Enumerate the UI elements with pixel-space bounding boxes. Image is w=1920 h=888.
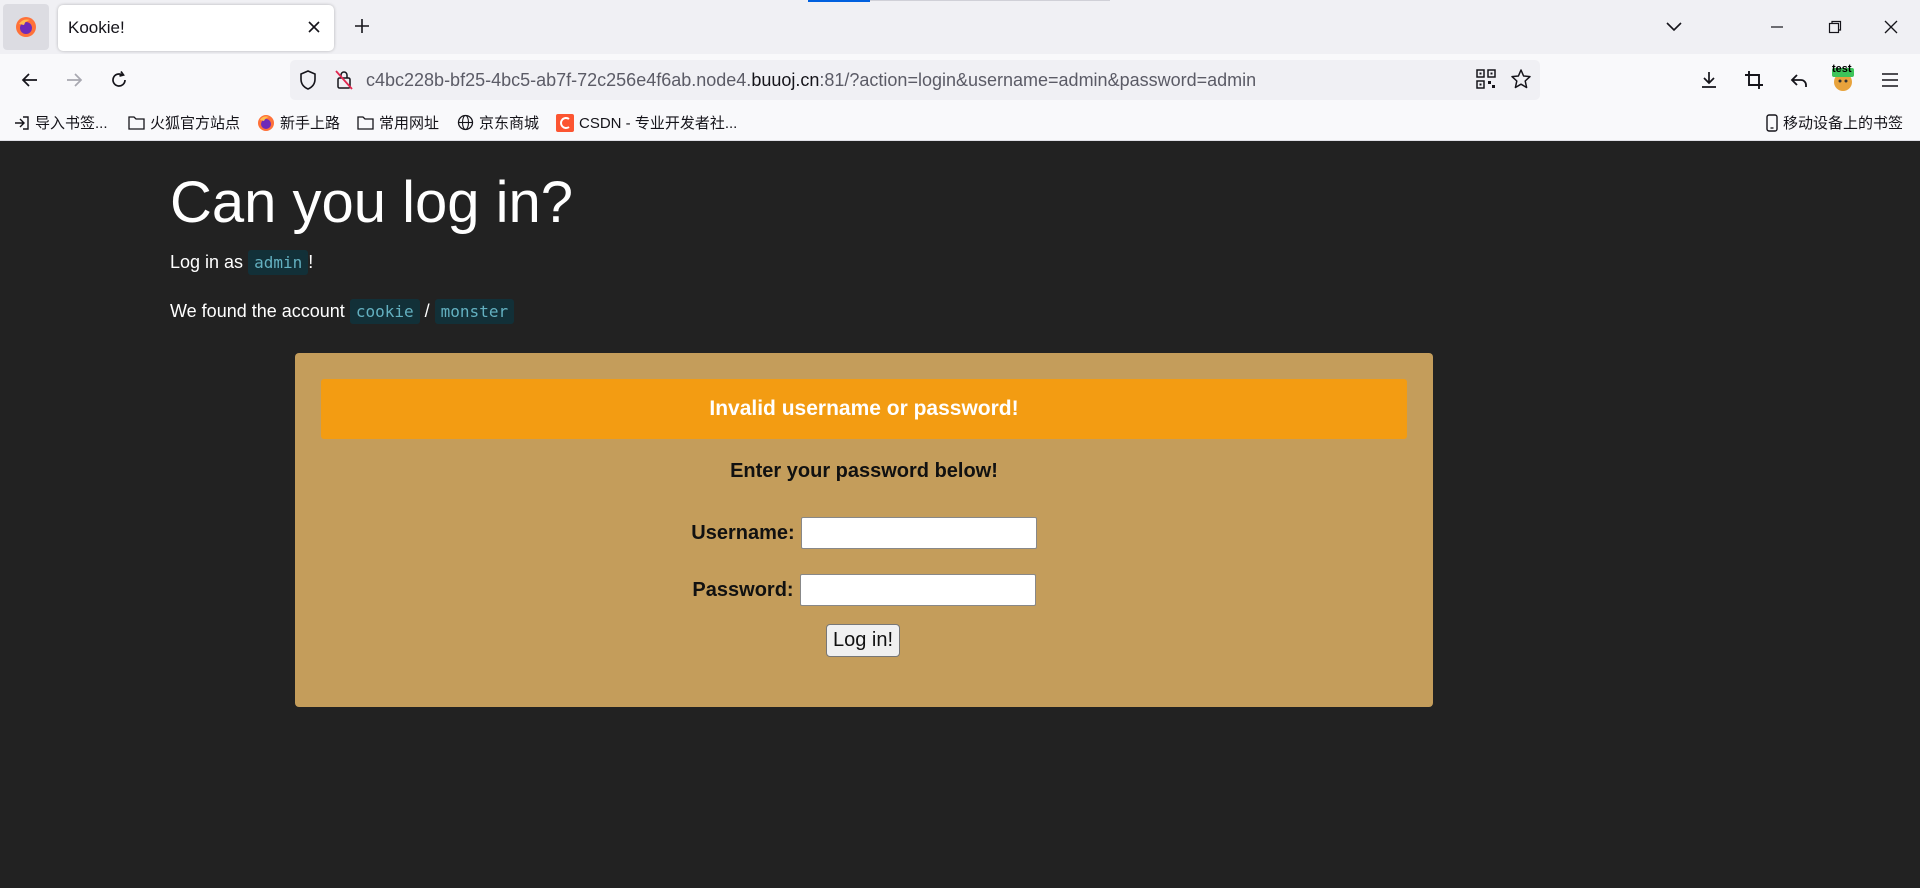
url-suffix: :81/?action=login&username=admin&passwor…: [819, 70, 1257, 90]
bookmark-mobile[interactable]: 移动设备上的书签: [1766, 112, 1903, 133]
login-hint-suffix: !: [308, 252, 314, 272]
tab-title: Kookie!: [68, 18, 125, 37]
found-account-text: We found the account: [170, 301, 345, 321]
crop-icon: [1745, 71, 1763, 89]
bookmark-label: 火狐官方站点: [150, 115, 241, 132]
minimize-button[interactable]: [1760, 10, 1794, 44]
arrow-left-icon: [21, 73, 37, 87]
bookmark-label: 常用网址: [379, 115, 440, 132]
extension-button[interactable]: test: [1827, 63, 1859, 96]
import-icon: [15, 115, 29, 130]
extension-label: test: [1832, 63, 1852, 75]
reload-button[interactable]: [103, 64, 135, 96]
close-icon: [308, 21, 320, 33]
restore-icon: [1828, 20, 1842, 34]
bookmark-jd[interactable]: 京东商城: [457, 112, 539, 133]
download-icon: [1702, 72, 1716, 88]
bookmark-import[interactable]: 导入书签...: [14, 112, 108, 133]
app-menu-button[interactable]: [1874, 64, 1906, 96]
bookmark-csdn[interactable]: CSDN - 专业开发者社...: [556, 112, 737, 133]
folder-icon: [357, 116, 374, 130]
chevron-down-icon: [1666, 22, 1682, 32]
url-bar[interactable]: c4bc228b-bf25-4bc5-ab7f-72c256e4f6ab.nod…: [290, 60, 1540, 100]
back-button[interactable]: [14, 64, 46, 96]
bookmark-label: 导入书签...: [35, 115, 108, 132]
screenshot-button[interactable]: [1738, 64, 1770, 96]
url-prefix: c4bc228b-bf25-4bc5-ab7f-72c256e4f6ab.nod…: [366, 70, 752, 90]
arrow-right-icon: [67, 73, 83, 87]
bookmark-label: 新手上路: [280, 115, 341, 132]
tracking-protection-button[interactable]: [298, 69, 318, 96]
found-username-code: cookie: [349, 299, 420, 324]
url-text[interactable]: c4bc228b-bf25-4bc5-ab7f-72c256e4f6ab.nod…: [366, 70, 1256, 91]
qr-code-icon: [1476, 69, 1496, 89]
found-password-code: monster: [434, 299, 515, 324]
insecure-lock-icon: [335, 70, 353, 90]
password-row: Password:: [295, 574, 1433, 606]
restore-button[interactable]: [1818, 10, 1852, 44]
reload-icon: [112, 71, 126, 87]
close-window-button[interactable]: [1874, 10, 1908, 44]
nav-bar: c4bc228b-bf25-4bc5-ab7f-72c256e4f6ab.nod…: [0, 54, 1920, 106]
bookmark-star-button[interactable]: [1510, 68, 1532, 95]
bookmark-label: 移动设备上的书签: [1783, 115, 1904, 132]
forward-button[interactable]: [58, 64, 90, 96]
login-prompt: Enter your password below!: [730, 460, 998, 482]
firefox-icon: [258, 114, 274, 131]
minimize-icon: [1771, 26, 1783, 28]
password-input[interactable]: [799, 574, 1036, 606]
downloads-button[interactable]: [1693, 64, 1725, 96]
url-domain: buuoj.cn: [751, 70, 820, 90]
tab-bar: Kookie!: [0, 0, 1920, 54]
page-content: Can you log in? Log in as admin! We foun…: [0, 141, 1920, 888]
username-label: Username:: [691, 521, 795, 544]
username-row: Username:: [295, 517, 1433, 549]
close-tab-button[interactable]: [302, 15, 326, 39]
list-all-tabs-button[interactable]: [1657, 10, 1691, 44]
qr-code-button[interactable]: [1476, 69, 1496, 94]
active-tab[interactable]: Kookie!: [58, 5, 334, 51]
firefox-view-button[interactable]: [3, 4, 49, 50]
csdn-icon: [556, 113, 574, 132]
bookmark-label: CSDN - 专业开发者社...: [579, 115, 738, 132]
folder-icon: [128, 116, 145, 130]
firefox-icon: [16, 17, 36, 37]
tab-loading-indicator: [808, 0, 870, 2]
error-alert: Invalid username or password!: [321, 379, 1407, 439]
bookmark-firefox-site[interactable]: 火狐官方站点: [128, 112, 240, 133]
star-icon: [1511, 69, 1531, 89]
password-label: Password:: [692, 578, 794, 601]
login-user-code: admin: [248, 250, 309, 275]
login-button[interactable]: Log in!: [826, 624, 900, 657]
bookmark-label: 京东商城: [479, 115, 540, 132]
login-hint: Log in as admin!: [170, 250, 314, 275]
found-separator: /: [424, 301, 430, 321]
new-tab-button[interactable]: [348, 12, 376, 40]
undo-button[interactable]: [1783, 64, 1815, 96]
undo-icon: [1790, 74, 1807, 87]
page-title: Can you log in?: [170, 170, 574, 235]
username-input[interactable]: [800, 517, 1037, 549]
login-card: Invalid username or password! Enter your…: [295, 353, 1433, 707]
close-icon: [1884, 20, 1898, 34]
bookmark-common-sites[interactable]: 常用网址: [357, 112, 439, 133]
insecure-connection-button[interactable]: [334, 69, 354, 96]
globe-icon: [457, 114, 474, 131]
login-hint-text: Log in as: [170, 252, 244, 272]
hamburger-icon: [1882, 73, 1898, 87]
plus-icon: [355, 19, 369, 33]
bookmarks-toolbar: 导入书签... 火狐官方站点 新手上路 常用网址 京东商城 CSDN - 专业开…: [0, 106, 1920, 141]
found-account-hint: We found the account cookie / monster: [170, 299, 515, 324]
mobile-device-icon: [1766, 113, 1778, 132]
shield-icon: [300, 70, 316, 90]
tab-strip-line: [870, 0, 1110, 1]
bookmark-getting-started[interactable]: 新手上路: [257, 112, 340, 133]
